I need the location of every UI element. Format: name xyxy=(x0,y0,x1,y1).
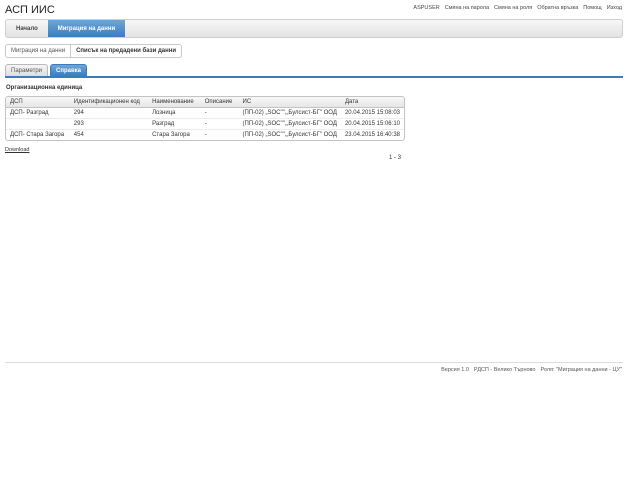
cell-id-code: 454 xyxy=(69,128,149,140)
cell-is: (ПП-02) „SOC"",„Булсист-БГ" ООД xyxy=(238,106,341,118)
table-row[interactable]: ДСП- Стара Загора 454 Стара Загора - (ПП… xyxy=(6,128,404,140)
footer-divider xyxy=(5,362,623,363)
cell-name: Стара Загора xyxy=(148,128,201,140)
tab-report[interactable]: Справка xyxy=(50,64,88,76)
pager-info: 1 - 3 xyxy=(389,155,402,161)
cell-id-code: 294 xyxy=(69,106,149,118)
cell-description: - xyxy=(200,117,239,129)
cell-is: (ПП-02) „SOC"",„Булсист-БГ" ООД xyxy=(238,117,341,129)
cell-dsp: ДСП- Стара Загора xyxy=(6,128,70,140)
cell-description: - xyxy=(200,106,239,118)
cell-date: 23.04.2015 16:40:38 xyxy=(340,128,404,140)
section-label: Организационна единица xyxy=(6,85,83,91)
logout-link[interactable]: Изход xyxy=(607,5,622,11)
breadcrumb-current: Списък на предадени бази данни xyxy=(70,45,181,57)
column-header-dsp[interactable]: ДСП xyxy=(6,97,70,108)
column-header-name[interactable]: Наименование xyxy=(148,97,201,108)
column-header-id-code[interactable]: Идентификационен код xyxy=(69,97,149,108)
help-link[interactable]: Помощ xyxy=(583,5,601,11)
nav-item-home[interactable]: Начало xyxy=(6,20,48,37)
tab-underline xyxy=(5,76,623,78)
cell-name: Лозница xyxy=(148,106,201,118)
download-link[interactable]: Download xyxy=(5,147,29,153)
tab-parameters[interactable]: Параметри xyxy=(5,64,49,76)
footer-role: Роля: "Миграция на данни - ЦУ" xyxy=(540,367,622,373)
change-password-link[interactable]: Смяна на парола xyxy=(445,5,489,11)
cell-date: 20.04.2015 15:08:03 xyxy=(340,106,404,118)
cell-description: - xyxy=(200,128,239,140)
column-header-date[interactable]: Дата xyxy=(340,97,404,108)
nav-item-data-migration[interactable]: Миграция на данни xyxy=(47,20,126,37)
cell-name: Разград xyxy=(148,117,201,129)
table-header-row: ДСП Идентификационен код Наименование Оп… xyxy=(6,97,404,108)
breadcrumb: Миграция на данни Списък на предадени ба… xyxy=(5,44,183,58)
breadcrumb-parent[interactable]: Миграция на данни xyxy=(6,45,70,57)
table-row[interactable]: 293 Разград - (ПП-02) „SOC"",„Булсист-БГ… xyxy=(6,117,404,129)
column-header-description[interactable]: Описание xyxy=(200,97,239,108)
feedback-link[interactable]: Обратна връзка xyxy=(537,5,578,11)
top-links: ASPUSER Смяна на парола Смяна на роля Об… xyxy=(413,5,622,11)
cell-is: (ПП-02) „SOC"",„Булсист-БГ" ООД xyxy=(238,128,341,140)
cell-id-code: 293 xyxy=(69,117,149,129)
results-table: ДСП Идентификационен код Наименование Оп… xyxy=(5,96,405,141)
column-header-is[interactable]: ИС xyxy=(238,97,341,108)
cell-dsp: ДСП- Разград xyxy=(6,106,70,118)
cell-date: 20.04.2015 15:06:10 xyxy=(340,117,404,129)
cell-dsp xyxy=(6,117,70,129)
table-row[interactable]: ДСП- Разград 294 Лозница - (ПП-02) „SOC"… xyxy=(6,106,404,118)
tab-strip: Параметри Справка xyxy=(5,64,88,76)
change-role-link[interactable]: Смяна на роля xyxy=(494,5,532,11)
main-navbar: Начало Миграция на данни xyxy=(5,19,623,38)
user-link[interactable]: ASPUSER xyxy=(413,5,439,11)
footer-version: Версия 1.0 xyxy=(441,367,469,373)
footer-org: РДСП - Велико Търново xyxy=(473,367,536,373)
app-title: АСП ИИС xyxy=(5,4,55,16)
footer: Версия 1.0 РДСП - Велико Търново Роля: "… xyxy=(441,367,622,373)
